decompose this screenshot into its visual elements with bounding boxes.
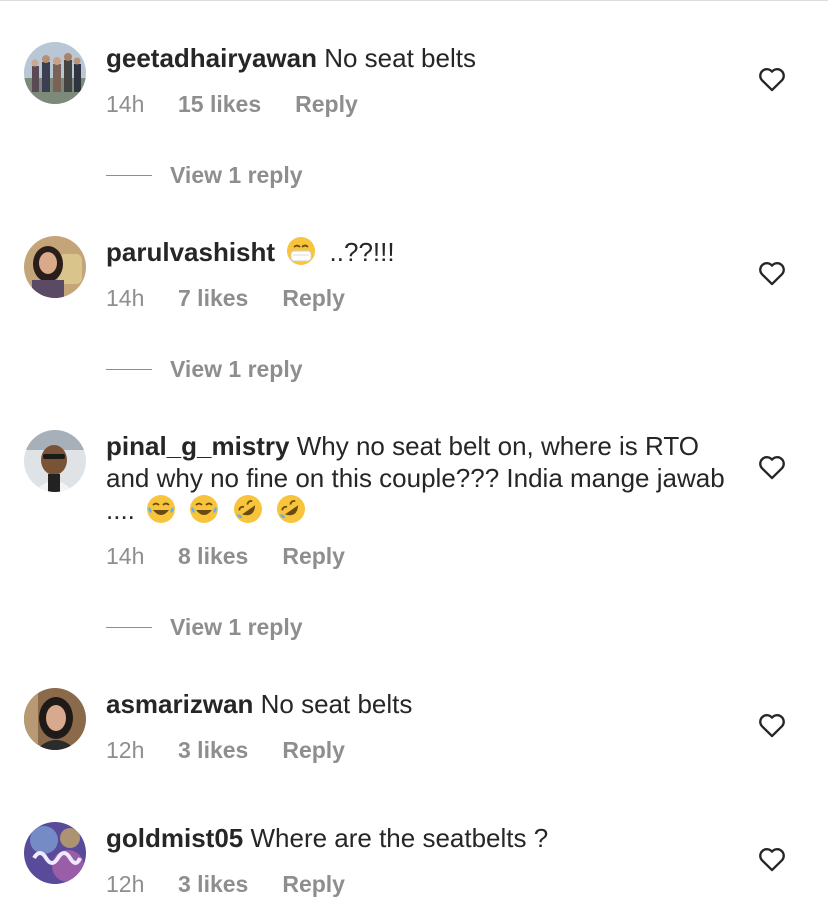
reply-button[interactable]: Reply xyxy=(282,285,345,312)
comment-message: No seat belts xyxy=(260,689,413,719)
reply-button[interactable]: Reply xyxy=(282,737,345,764)
comment-text: parulvashisht ..??!!! xyxy=(106,236,726,268)
comment-message: ..??!!! xyxy=(329,237,395,267)
comment-time: 14h xyxy=(106,543,145,569)
heart-outline-icon[interactable] xyxy=(758,712,786,738)
comment-meta: 14h 7 likes Reply xyxy=(106,285,345,312)
heart-outline-icon[interactable] xyxy=(758,260,786,286)
comment-username[interactable]: parulvashisht xyxy=(106,237,275,267)
heart-outline-icon[interactable] xyxy=(758,846,786,872)
top-divider xyxy=(0,0,828,1)
comment-time: 14h xyxy=(106,91,145,117)
replies-divider xyxy=(106,175,152,176)
comment-message: Where are the seatbelts ? xyxy=(250,823,549,853)
view-replies-label: View 1 reply xyxy=(170,356,303,382)
comment-username[interactable]: asmarizwan xyxy=(106,689,253,719)
comment-message: No seat belts xyxy=(324,43,476,73)
avatar[interactable] xyxy=(24,688,86,750)
emoji-group xyxy=(146,495,312,525)
avatar[interactable] xyxy=(24,42,86,104)
comment-likes[interactable]: 7 likes xyxy=(178,285,248,312)
view-replies-button[interactable]: View 1 reply xyxy=(106,614,303,641)
replies-divider xyxy=(106,627,152,628)
comment-text: geetadhairyawan No seat belts xyxy=(106,42,726,74)
comment-text: goldmist05 Where are the seatbelts ? xyxy=(106,822,726,854)
avatar[interactable] xyxy=(24,822,86,884)
comment-time: 14h xyxy=(106,285,145,311)
view-replies-button[interactable]: View 1 reply xyxy=(106,356,303,383)
comment-time: 12h xyxy=(106,871,145,897)
face-with-tears-of-joy-icon xyxy=(190,495,219,523)
face-with-medical-mask-icon xyxy=(287,237,316,265)
comment-likes[interactable]: 3 likes xyxy=(178,871,248,898)
reply-button[interactable]: Reply xyxy=(282,543,345,570)
comment-username[interactable]: pinal_g_mistry xyxy=(106,431,290,461)
comment-likes[interactable]: 3 likes xyxy=(178,737,248,764)
comment-text: pinal_g_mistry Why no seat belt on, wher… xyxy=(106,430,726,526)
view-replies-label: View 1 reply xyxy=(170,162,303,188)
comment-username[interactable]: goldmist05 xyxy=(106,823,243,853)
rolling-on-the-floor-laughing-icon xyxy=(233,495,262,523)
avatar[interactable] xyxy=(24,236,86,298)
rolling-on-the-floor-laughing-icon xyxy=(276,495,305,523)
reply-button[interactable]: Reply xyxy=(282,871,345,898)
comment-meta: 14h 8 likes Reply xyxy=(106,543,345,570)
reply-button[interactable]: Reply xyxy=(295,91,358,118)
comment-time: 12h xyxy=(106,737,145,763)
replies-divider xyxy=(106,369,152,370)
comment-text: asmarizwan No seat belts xyxy=(106,688,726,720)
view-replies-button[interactable]: View 1 reply xyxy=(106,162,303,189)
view-replies-label: View 1 reply xyxy=(170,614,303,640)
face-with-tears-of-joy-icon xyxy=(147,495,176,523)
comment-meta: 12h 3 likes Reply xyxy=(106,737,345,764)
comment-likes[interactable]: 8 likes xyxy=(178,543,248,570)
heart-outline-icon[interactable] xyxy=(758,66,786,92)
comment-likes[interactable]: 15 likes xyxy=(178,91,261,118)
comment-meta: 14h 15 likes Reply xyxy=(106,91,358,118)
comment-username[interactable]: geetadhairyawan xyxy=(106,43,317,73)
heart-outline-icon[interactable] xyxy=(758,454,786,480)
comment-meta: 12h 3 likes Reply xyxy=(106,871,345,898)
avatar[interactable] xyxy=(24,430,86,492)
